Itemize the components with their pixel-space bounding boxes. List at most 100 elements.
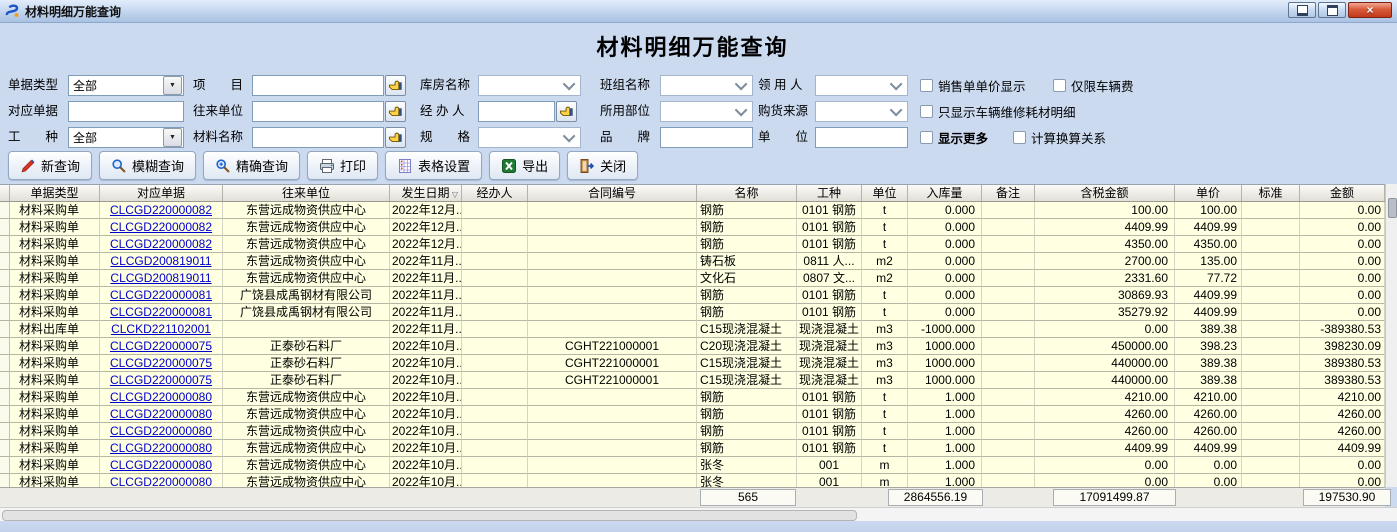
row-selector[interactable]: [0, 423, 10, 440]
maximize-button[interactable]: [1318, 2, 1346, 18]
warehouse-dropdown[interactable]: [478, 75, 581, 96]
column-header[interactable]: 工种: [797, 185, 862, 201]
horizontal-scrollbar-thumb[interactable]: [2, 510, 857, 521]
checkbox-show-more[interactable]: 显示更多: [920, 127, 988, 148]
row-selector[interactable]: [0, 253, 10, 270]
doc-link[interactable]: CLCGD220000082: [110, 203, 212, 217]
project-input[interactable]: [252, 75, 384, 96]
column-header[interactable]: 名称: [697, 185, 797, 201]
table-row[interactable]: 材料采购单CLCGD220000075正泰砂石料厂2022年10月...CGHT…: [0, 338, 1385, 355]
counterparty-input[interactable]: [252, 101, 384, 122]
new-query-button[interactable]: 新查询: [8, 151, 92, 180]
doc-link[interactable]: CLCGD220000080: [110, 441, 212, 455]
table-row[interactable]: 材料采购单CLCGD220000082东营远成物资供应中心2022年12月...…: [0, 219, 1385, 236]
table-row[interactable]: 材料采购单CLCGD220000080东营远成物资供应中心2022年10月...…: [0, 457, 1385, 474]
purchase-source-dropdown[interactable]: [815, 101, 908, 122]
table-row[interactable]: 材料采购单CLCGD220000080东营远成物资供应中心2022年10月...…: [0, 474, 1385, 487]
row-selector[interactable]: [0, 202, 10, 219]
table-row[interactable]: 材料采购单CLCGD220000080东营远成物资供应中心2022年10月...…: [0, 406, 1385, 423]
doc-link[interactable]: CLCGD220000082: [110, 220, 212, 234]
table-row[interactable]: 材料采购单CLCGD220000080东营远成物资供应中心2022年10月...…: [0, 440, 1385, 457]
doc-link[interactable]: CLCGD220000080: [110, 458, 212, 472]
work-type-combo[interactable]: 全部 ▼: [68, 127, 184, 148]
row-selector[interactable]: [0, 287, 10, 304]
spec-dropdown[interactable]: [478, 127, 581, 148]
horizontal-scrollbar[interactable]: [0, 507, 1397, 521]
table-row[interactable]: 材料采购单CLCGD220000075正泰砂石料厂2022年10月...CGHT…: [0, 372, 1385, 389]
table-row[interactable]: 材料采购单CLCGD220000080东营远成物资供应中心2022年10月...…: [0, 423, 1385, 440]
minimize-button[interactable]: [1288, 2, 1316, 18]
column-header[interactable]: 入库量: [908, 185, 982, 201]
row-selector[interactable]: [0, 355, 10, 372]
checkbox-calc-conversion[interactable]: 计算换算关系: [1013, 127, 1106, 148]
doc-link[interactable]: CLCGD220000080: [110, 475, 212, 487]
brand-input[interactable]: [660, 127, 753, 148]
export-button[interactable]: 导出: [489, 151, 560, 180]
table-row[interactable]: 材料采购单CLCGD220000081广饶县成禹钢材有限公司2022年11月..…: [0, 304, 1385, 321]
column-header[interactable]: 单据类型: [10, 185, 100, 201]
material-picker-button[interactable]: [385, 127, 406, 148]
handler-input[interactable]: [478, 101, 555, 122]
doc-type-combo[interactable]: 全部 ▼: [68, 75, 184, 96]
checkbox-sales-price-display[interactable]: 销售单单价显示: [920, 75, 1026, 96]
project-picker-button[interactable]: [385, 75, 406, 96]
row-selector[interactable]: [0, 338, 10, 355]
doc-link[interactable]: CLCGD220000080: [110, 407, 212, 421]
doc-link[interactable]: CLCGD220000081: [110, 288, 212, 302]
vertical-scrollbar-thumb[interactable]: [1388, 198, 1397, 218]
row-selector[interactable]: [0, 389, 10, 406]
column-header[interactable]: 合同编号: [528, 185, 697, 201]
row-selector[interactable]: [0, 270, 10, 287]
column-header[interactable]: 经办人: [462, 185, 528, 201]
table-row[interactable]: 材料出库单CLCKD2211020012022年11月...C15现浇混凝土现浇…: [0, 321, 1385, 338]
row-selector[interactable]: [0, 304, 10, 321]
exact-query-button[interactable]: 精确查询: [203, 151, 300, 180]
used-part-dropdown[interactable]: [660, 101, 753, 122]
material-name-input[interactable]: [252, 127, 384, 148]
row-selector[interactable]: [0, 457, 10, 474]
row-selector[interactable]: [0, 406, 10, 423]
column-header[interactable]: 备注: [982, 185, 1035, 201]
doc-link[interactable]: CLCGD220000075: [110, 373, 212, 387]
column-header[interactable]: 往来单位: [223, 185, 390, 201]
handler-picker-button[interactable]: [556, 101, 577, 122]
recipient-dropdown[interactable]: [815, 75, 908, 96]
row-selector[interactable]: [0, 474, 10, 487]
doc-link[interactable]: CLCGD200819011: [110, 254, 211, 268]
doc-link[interactable]: CLCGD220000075: [110, 339, 212, 353]
combo-arrow-icon[interactable]: ▼: [163, 76, 182, 95]
unit-input[interactable]: [815, 127, 908, 148]
doc-link[interactable]: CLCKD221102001: [111, 322, 211, 336]
checkbox-vehicle-fee-only[interactable]: 仅限车辆费: [1053, 75, 1134, 96]
checkbox-vehicle-maintenance-only[interactable]: 只显示车辆维修耗材明细: [920, 101, 1076, 122]
doc-link[interactable]: CLCGD220000082: [110, 237, 212, 251]
doc-link[interactable]: CLCGD220000080: [110, 390, 212, 404]
column-header[interactable]: 对应单据: [100, 185, 223, 201]
column-header[interactable]: 单价: [1175, 185, 1242, 201]
doc-link[interactable]: CLCGD220000081: [110, 305, 212, 319]
row-selector[interactable]: [0, 372, 10, 389]
row-selector[interactable]: [0, 321, 10, 338]
doc-link[interactable]: CLCGD220000080: [110, 424, 212, 438]
close-button[interactable]: ×: [1348, 2, 1392, 18]
combo-arrow-icon[interactable]: ▼: [163, 128, 182, 147]
related-doc-input[interactable]: [68, 101, 184, 122]
table-row[interactable]: 材料采购单CLCGD200819011东营远成物资供应中心2022年11月...…: [0, 270, 1385, 287]
column-header[interactable]: 金额: [1300, 185, 1385, 201]
row-selector[interactable]: [0, 440, 10, 457]
table-row[interactable]: 材料采购单CLCGD220000075正泰砂石料厂2022年10月...CGHT…: [0, 355, 1385, 372]
table-settings-button[interactable]: 表格设置: [385, 151, 482, 180]
row-selector[interactable]: [0, 236, 10, 253]
vertical-scrollbar[interactable]: [1385, 184, 1397, 487]
fuzzy-query-button[interactable]: 模糊查询: [99, 151, 196, 180]
table-row[interactable]: 材料采购单CLCGD200819011东营远成物资供应中心2022年11月...…: [0, 253, 1385, 270]
close-form-button[interactable]: 关闭: [567, 151, 638, 180]
table-row[interactable]: 材料采购单CLCGD220000081广饶县成禹钢材有限公司2022年11月..…: [0, 287, 1385, 304]
doc-link[interactable]: CLCGD220000075: [110, 356, 212, 370]
row-selector[interactable]: [0, 219, 10, 236]
table-row[interactable]: 材料采购单CLCGD220000082东营远成物资供应中心2022年12月...…: [0, 236, 1385, 253]
table-row[interactable]: 材料采购单CLCGD220000082东营远成物资供应中心2022年12月...…: [0, 202, 1385, 219]
table-row[interactable]: 材料采购单CLCGD220000080东营远成物资供应中心2022年10月...…: [0, 389, 1385, 406]
print-button[interactable]: 打印: [307, 151, 378, 180]
column-header[interactable]: 发生日期▽: [390, 185, 462, 201]
